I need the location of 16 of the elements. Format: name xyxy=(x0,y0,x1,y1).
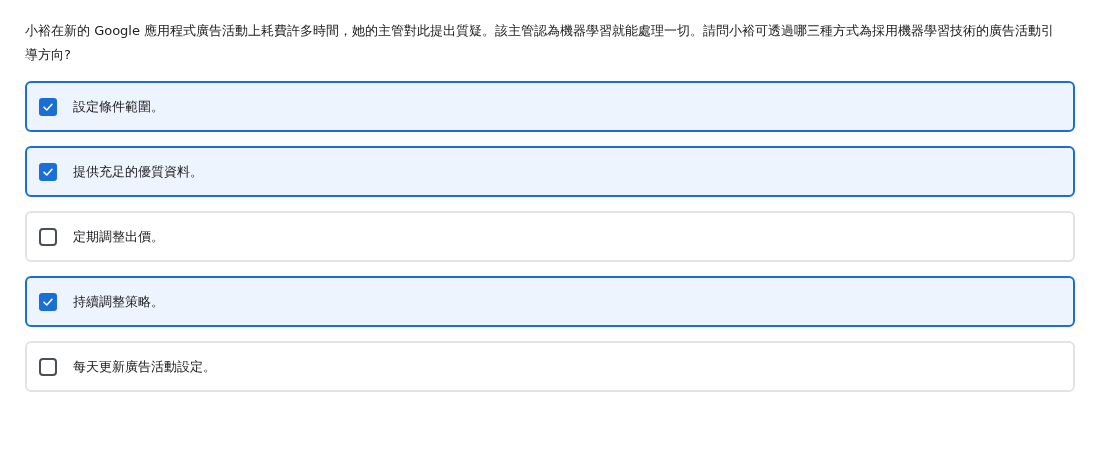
checkbox[interactable] xyxy=(39,97,57,116)
option-label: 持續調整策略。 xyxy=(73,292,164,311)
option-label: 每天更新廣告活動設定。 xyxy=(73,357,216,376)
option-label: 定期調整出價。 xyxy=(73,227,164,246)
checkbox[interactable] xyxy=(39,292,57,311)
checkbox[interactable] xyxy=(39,227,57,246)
answer-option[interactable]: 設定條件範圍。 xyxy=(25,81,1075,132)
question-text: 小裕在新的 Google 應用程式廣告活動上耗費許多時間，她的主管對此提出質疑。該主管認為機器學習就能處理一切。請問小裕可透過哪三種方式為採用機器學習技術的廣告活動引導方向? xyxy=(25,22,1056,64)
checkbox[interactable] xyxy=(39,357,57,376)
option-label: 設定條件範圍。 xyxy=(73,97,164,116)
checkbox[interactable] xyxy=(39,162,57,181)
option-label: 提供充足的優質資料。 xyxy=(73,162,203,181)
answer-option[interactable]: 提供充足的優質資料。 xyxy=(25,146,1075,197)
answer-option[interactable]: 定期調整出價。 xyxy=(25,211,1075,262)
answer-option[interactable]: 持續調整策略。 xyxy=(25,276,1075,327)
answer-option[interactable]: 每天更新廣告活動設定。 xyxy=(25,341,1075,392)
